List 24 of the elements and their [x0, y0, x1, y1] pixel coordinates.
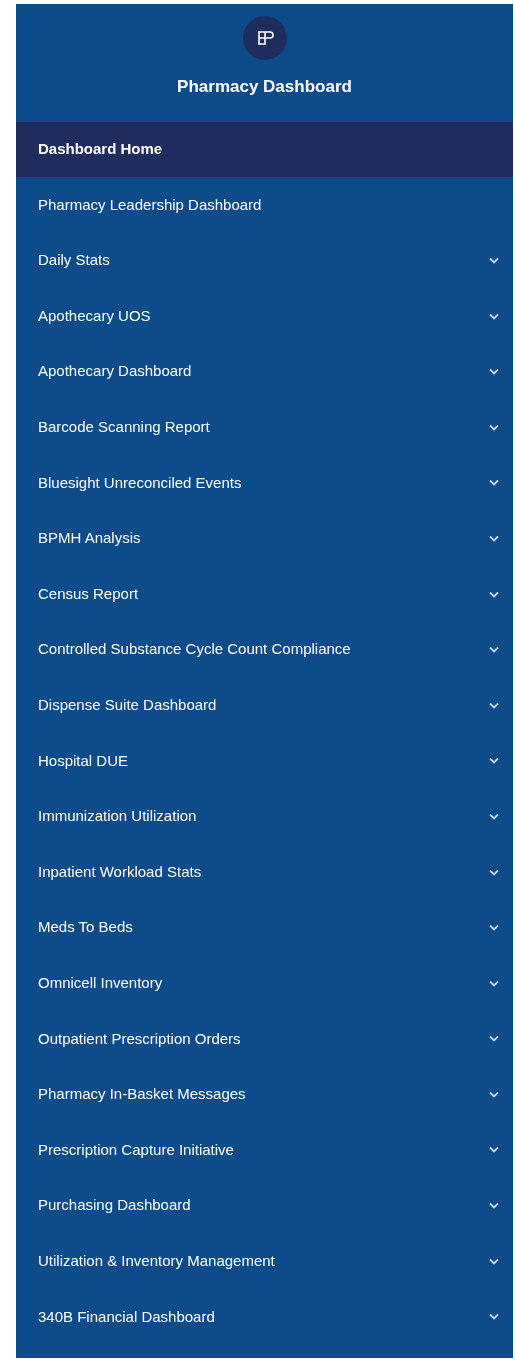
nav-item[interactable]: Prescription Capture Initiative: [16, 1122, 513, 1178]
nav-item[interactable]: Purchasing Dashboard: [16, 1177, 513, 1234]
sidebar-title: Pharmacy Dashboard: [177, 76, 352, 98]
nav-item[interactable]: Immunization Utilization: [16, 788, 513, 845]
nav-item[interactable]: Daily Stats: [16, 232, 513, 289]
nav-item[interactable]: BPMH Analysis: [16, 510, 513, 567]
nav-item[interactable]: Utilization & Inventory Management: [16, 1233, 513, 1289]
nav-item[interactable]: Apothecary Dashboard: [16, 343, 513, 400]
logo-icon: [242, 16, 287, 60]
nav-item[interactable]: Pharmacy Leadership Dashboard: [16, 177, 513, 233]
nav-item[interactable]: Outpatient Prescription Orders: [16, 1011, 513, 1067]
nav-item[interactable]: Hospital DUE: [16, 733, 513, 789]
nav-item[interactable]: Barcode Scanning Report: [16, 399, 513, 456]
nav-item[interactable]: Dispense Suite Dashboard: [16, 677, 513, 734]
nav-item[interactable]: Census Report: [16, 566, 513, 622]
nav-item[interactable]: Dashboard Home: [16, 121, 513, 178]
nav-item[interactable]: 340B Financial Dashboard: [16, 1288, 513, 1345]
nav-item[interactable]: Meds To Beds: [16, 899, 513, 956]
nav-item[interactable]: Apothecary UOS: [16, 288, 513, 344]
nav-item[interactable]: Pharmacy In-Basket Messages: [16, 1066, 513, 1123]
nav-item[interactable]: Inpatient Workload Stats: [16, 844, 513, 900]
nav-item[interactable]: Bluesight Unreconciled Events: [16, 455, 513, 511]
nav-item[interactable]: Omnicell Inventory: [16, 955, 513, 1011]
nav-item[interactable]: Controlled Substance Cycle Count Compliance: [16, 621, 513, 678]
